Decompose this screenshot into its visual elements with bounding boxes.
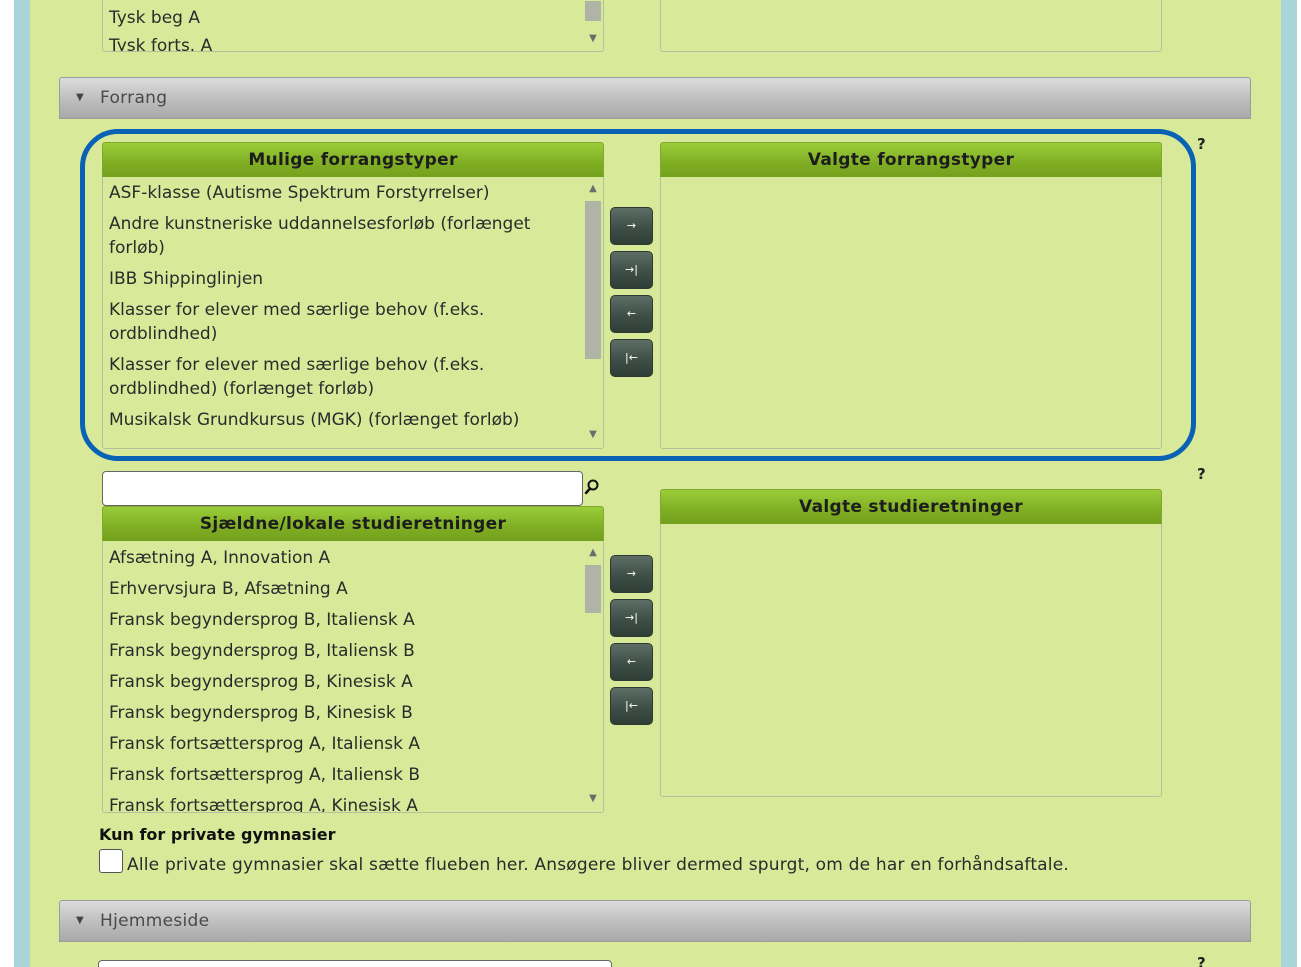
search-icon[interactable] bbox=[584, 478, 600, 496]
language-list: Tysk beg A Tysk forts. A bbox=[103, 0, 583, 51]
list-item[interactable]: Fransk fortsættersprog A, Kinesisk A bbox=[103, 791, 583, 812]
private-heading: Kun for private gymnasier bbox=[99, 825, 336, 844]
help-icon[interactable]: ? bbox=[1197, 465, 1206, 483]
list-item[interactable]: Fransk fortsættersprog A, Italiensk A bbox=[103, 729, 583, 760]
add-button[interactable]: → bbox=[610, 555, 653, 593]
selected-studieretninger-listbox[interactable] bbox=[660, 524, 1162, 797]
list-item[interactable]: Fransk fortsættersprog A, Italiensk B bbox=[103, 760, 583, 791]
list-item[interactable]: Fransk begyndersprog B, Italiensk A bbox=[103, 605, 583, 636]
available-studieretninger-list: Afsætning A, Innovation A Erhvervsjura B… bbox=[103, 541, 583, 812]
remove-button[interactable]: ← bbox=[610, 643, 653, 681]
section-title: Hjemmeside bbox=[100, 911, 210, 931]
language-listbox[interactable]: Tysk beg A Tysk forts. A ▼ bbox=[102, 0, 604, 52]
list-item[interactable]: Fransk begyndersprog B, Italiensk B bbox=[103, 636, 583, 667]
remove-all-button[interactable]: |← bbox=[610, 687, 653, 725]
hjemmeside-input[interactable] bbox=[98, 960, 612, 967]
selected-language-panel bbox=[660, 0, 1162, 52]
forhaandsaftale-checkbox[interactable] bbox=[99, 849, 123, 873]
scrollbar[interactable]: ▼ bbox=[583, 0, 603, 51]
add-all-button[interactable]: →| bbox=[610, 599, 653, 637]
search-input[interactable] bbox=[102, 471, 583, 506]
scroll-down-icon[interactable]: ▼ bbox=[583, 31, 603, 47]
list-item[interactable]: Tysk forts. A bbox=[103, 32, 583, 51]
list-item[interactable]: Erhvervsjura B, Afsætning A bbox=[103, 574, 583, 605]
scrollbar-thumb[interactable] bbox=[585, 565, 601, 613]
checkbox-label: Alle private gymnasier skal sætte fluebe… bbox=[127, 855, 1069, 875]
scroll-down-icon[interactable]: ▼ bbox=[583, 791, 603, 807]
collapse-caret-icon: ▼ bbox=[76, 915, 84, 926]
selected-studieretninger-header: Valgte studieretninger bbox=[660, 489, 1162, 525]
highlight-outline bbox=[80, 129, 1196, 461]
scrollbar-thumb[interactable] bbox=[585, 1, 601, 21]
list-item[interactable]: Fransk begyndersprog B, Kinesisk A bbox=[103, 667, 583, 698]
section-title: Forrang bbox=[100, 88, 168, 108]
help-icon[interactable]: ? bbox=[1197, 954, 1206, 967]
available-studieretninger-header: Sjældne/lokale studieretninger bbox=[102, 506, 604, 542]
list-item[interactable]: Fransk begyndersprog B, Kinesisk B bbox=[103, 698, 583, 729]
collapse-caret-icon: ▼ bbox=[76, 92, 84, 103]
scrollbar[interactable]: ▲ ▼ bbox=[583, 541, 603, 812]
list-item[interactable]: Afsætning A, Innovation A bbox=[103, 543, 583, 574]
section-hjemmeside[interactable]: ▼ Hjemmeside bbox=[59, 900, 1251, 942]
section-forrang[interactable]: ▼ Forrang bbox=[59, 77, 1251, 119]
list-item[interactable]: Tysk beg A bbox=[103, 4, 583, 32]
available-studieretninger-listbox[interactable]: Afsætning A, Innovation A Erhvervsjura B… bbox=[102, 541, 604, 813]
scroll-up-icon[interactable]: ▲ bbox=[583, 545, 603, 561]
help-icon[interactable]: ? bbox=[1197, 135, 1206, 153]
